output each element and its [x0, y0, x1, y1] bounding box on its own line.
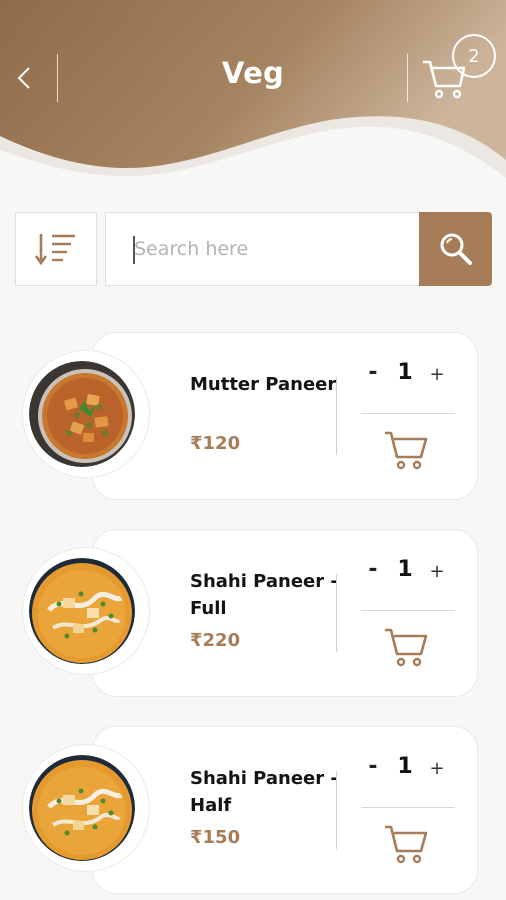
item-image-frame [22, 547, 150, 675]
item-price: ₹150 [190, 827, 241, 848]
search-input[interactable] [106, 213, 419, 285]
item-price: ₹120 [190, 433, 241, 454]
item-image-frame [22, 350, 150, 478]
increase-quantity-button[interactable]: + [425, 556, 449, 588]
sort-button[interactable] [15, 212, 97, 286]
add-to-cart-button[interactable] [383, 429, 429, 471]
decrease-quantity-button[interactable]: - [361, 751, 385, 783]
quantity-value: 1 [397, 754, 413, 779]
item-price: ₹220 [190, 630, 241, 651]
search-button[interactable] [419, 212, 492, 286]
quantity-divider [361, 413, 455, 414]
card-divider [336, 377, 337, 455]
shahi-paneer-photo [29, 558, 135, 664]
sort-descending-icon [35, 234, 75, 266]
card-divider [336, 771, 337, 849]
text-cursor [133, 236, 135, 264]
cart-count-badge: 2 [452, 34, 496, 78]
quantity-value: 1 [397, 360, 413, 385]
add-to-cart-icon [385, 628, 428, 667]
decrease-quantity-button[interactable]: - [361, 554, 385, 586]
shahi-paneer-photo [29, 755, 135, 861]
add-to-cart-button[interactable] [383, 626, 429, 668]
app-header: Veg 2 [0, 0, 506, 200]
increase-quantity-button[interactable]: + [425, 359, 449, 391]
card-divider [336, 574, 337, 652]
quantity-divider [361, 807, 455, 808]
increase-quantity-button[interactable]: + [425, 753, 449, 785]
quantity-divider [361, 610, 455, 611]
header-divider-right [407, 54, 408, 102]
decrease-quantity-button[interactable]: - [361, 357, 385, 389]
item-name: Shahi Paneer - Half [190, 768, 338, 816]
quantity-value: 1 [397, 557, 413, 582]
search-field[interactable] [105, 212, 419, 286]
item-name: Shahi Paneer - Full [190, 571, 338, 619]
item-image-frame [22, 744, 150, 872]
search-icon [440, 233, 472, 265]
add-to-cart-button[interactable] [383, 823, 429, 865]
item-name: Mutter Paneer [190, 374, 337, 395]
add-to-cart-icon [385, 825, 428, 864]
add-to-cart-icon [385, 431, 428, 470]
mutter-paneer-photo [29, 361, 135, 467]
